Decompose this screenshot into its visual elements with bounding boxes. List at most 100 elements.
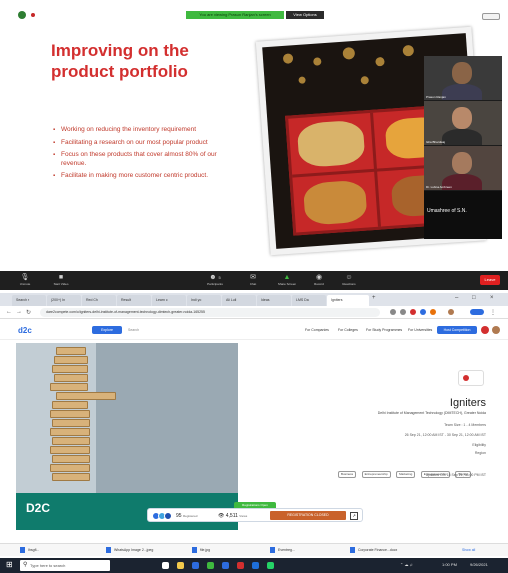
maximize-icon[interactable]: □: [472, 295, 476, 301]
browser-tab[interactable]: Indi yo: [187, 295, 221, 306]
site-search-input[interactable]: Search: [128, 326, 198, 334]
organizer-name[interactable]: Delhi Institute of Management Technology…: [378, 411, 486, 415]
browser-tab[interactable]: Learn c: [152, 295, 186, 306]
browser-tab-active[interactable]: Igniters: [327, 295, 369, 306]
zoom-app-icon[interactable]: [222, 562, 229, 569]
share-icon[interactable]: ↗: [350, 512, 358, 520]
participant-name: Dr. Lubna Ambreen: [426, 185, 452, 189]
event-tags: Business Entrepreneurship Marketing Entr…: [338, 462, 488, 478]
extension-icon[interactable]: [410, 309, 416, 315]
download-item[interactable]: WhatsApp Image 2...jpeg: [106, 546, 153, 555]
browser-tab[interactable]: (200+) In: [47, 295, 81, 306]
download-item[interactable]: Eventreg...: [270, 546, 295, 555]
registration-button[interactable]: REGISTRATION CLOSED: [270, 511, 346, 520]
paused-sync-button[interactable]: [470, 309, 484, 315]
slide-title: Improving on the product portfolio: [51, 41, 189, 81]
downloads-bar: Ihsgfl... WhatsApp Image 2...jpeg file.j…: [0, 543, 508, 556]
view-options-button[interactable]: View Options: [286, 11, 324, 19]
notification-icon[interactable]: [481, 326, 489, 334]
participants-icon: ☻ 5: [209, 274, 221, 281]
windows-start-icon[interactable]: ⊞: [6, 561, 14, 569]
participants-button[interactable]: ☻ 5 Participants: [200, 273, 230, 289]
chrome-icon[interactable]: [207, 562, 214, 569]
taskbar-date: 9/26/2021: [470, 562, 488, 567]
whatsapp-icon[interactable]: [267, 562, 274, 569]
download-item[interactable]: Corporate Finance...docx: [350, 546, 397, 555]
chat-button[interactable]: ✉ Chat: [238, 273, 268, 289]
browser-tab[interactable]: LMS Da: [292, 295, 326, 306]
unmute-button[interactable]: 🎙 Unmute: [10, 273, 40, 289]
site-logo[interactable]: d2c: [18, 326, 32, 336]
event-dates: 26 Sep 21, 12:00 AM IST - 30 Sep 21, 12:…: [404, 433, 486, 437]
edge-icon[interactable]: [192, 562, 199, 569]
download-item[interactable]: file.jpg: [192, 546, 210, 555]
download-item[interactable]: Ihsgfl...: [20, 546, 39, 555]
browser-tab[interactable]: Result: [117, 295, 151, 306]
profile-avatar[interactable]: [448, 309, 454, 315]
record-icon: ◉: [315, 274, 323, 281]
windows-taskbar: ⊞ Type here to search ⚲ ⌃ ☁ ♫ 1:00 PM 9/…: [0, 558, 508, 573]
gallery-view-button[interactable]: [482, 13, 500, 20]
zoom-meeting-window: You are viewing Prasun Ranjan's screen V…: [0, 0, 508, 290]
participant-face: [452, 62, 472, 84]
participant-tile[interactable]: Isha Bhardwaj: [424, 101, 502, 145]
reactions-button[interactable]: ☺ Reactions: [334, 273, 364, 289]
banner-logo: D2C: [26, 501, 51, 515]
explore-button[interactable]: Explore: [92, 326, 122, 334]
chat-icon: ✉: [250, 274, 256, 281]
browser-tab[interactable]: Search r: [12, 295, 46, 306]
forward-icon[interactable]: →: [16, 309, 22, 315]
address-bar-row: ← → ↻ dare2compete.com/o/igniters-delhi-…: [0, 306, 508, 319]
tag[interactable]: Marketing: [396, 471, 416, 478]
tag[interactable]: Business: [338, 471, 357, 478]
system-tray-icons[interactable]: ⌃ ☁ ♫: [400, 562, 413, 567]
reload-icon[interactable]: ↻: [26, 309, 31, 316]
start-video-button[interactable]: ■ Start Video: [46, 273, 76, 289]
avatar: [164, 512, 172, 520]
region-label: Region: [474, 451, 486, 455]
tag[interactable]: Entrepreneurship: [361, 471, 391, 478]
extension-icon[interactable]: [430, 309, 436, 315]
extension-icon[interactable]: [420, 309, 426, 315]
browser-tab[interactable]: Ali Luli: [222, 295, 256, 306]
close-icon[interactable]: ×: [490, 295, 494, 301]
menu-icon[interactable]: ⋮: [490, 309, 496, 316]
url-input[interactable]: dare2compete.com/o/igniters-delhi-instit…: [40, 308, 380, 317]
nav-link[interactable]: For Study Programmes: [366, 328, 402, 332]
nav-link[interactable]: For Colleges: [338, 328, 358, 332]
active-speaker-tile[interactable]: Umashree of S.N.: [424, 191, 502, 239]
file-icon: [192, 547, 197, 554]
extension-icon[interactable]: [390, 309, 396, 315]
task-view-icon[interactable]: [162, 562, 169, 569]
nav-link[interactable]: For Universities: [408, 328, 432, 332]
participant-name: Prasun Ranjan: [426, 95, 446, 99]
record-button[interactable]: ◉ Record: [304, 273, 334, 289]
slide-bullets: Working on reducing the inventory requir…: [53, 126, 223, 185]
nav-link[interactable]: For Companies: [305, 328, 329, 332]
powerpoint-icon[interactable]: [237, 562, 244, 569]
taskbar-clock[interactable]: 1:00 PM: [442, 562, 457, 567]
browser-tab[interactable]: Ideas: [257, 295, 291, 306]
file-icon: [350, 547, 355, 554]
taskbar-search-input[interactable]: Type here to search: [20, 560, 110, 571]
share-screen-button[interactable]: ▲ Share Screen: [272, 273, 302, 289]
site-header: d2c Explore Search For Companies For Col…: [0, 320, 508, 340]
new-tab-icon[interactable]: +: [372, 295, 376, 301]
eye-icon: 👁: [218, 513, 225, 519]
host-competition-button[interactable]: Host Competition: [437, 326, 477, 334]
microphone-icon: 🎙: [20, 274, 30, 281]
minimize-icon[interactable]: –: [455, 295, 458, 301]
bokeh-light: [360, 76, 370, 85]
browser-tab[interactable]: Red Ch: [82, 295, 116, 306]
participant-tile[interactable]: Prasun Ranjan: [424, 56, 502, 100]
security-shield-icon[interactable]: [18, 11, 26, 19]
word-icon[interactable]: [252, 562, 259, 569]
show-all-downloads-link[interactable]: Show all: [462, 548, 475, 552]
extension-icon[interactable]: [400, 309, 406, 315]
search-icon: ⚲: [23, 562, 28, 568]
leave-meeting-button[interactable]: Leave: [480, 275, 500, 285]
participant-tile[interactable]: Dr. Lubna Ambreen: [424, 146, 502, 190]
back-icon[interactable]: ←: [6, 309, 12, 315]
user-avatar[interactable]: [492, 326, 500, 334]
file-explorer-icon[interactable]: [177, 562, 184, 569]
